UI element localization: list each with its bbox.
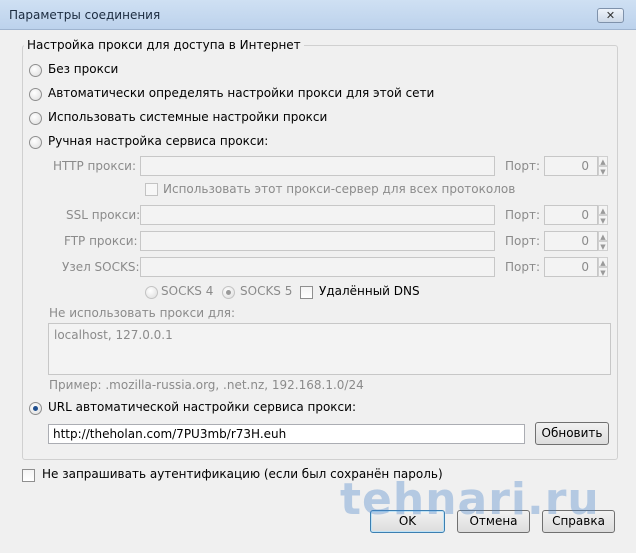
spin-up-icon[interactable]: ▲: [598, 205, 608, 215]
label-auto-detect: Автоматически определять настройки прокс…: [48, 86, 435, 100]
ssl-port-input[interactable]: 0: [544, 205, 598, 225]
socks-port-stepper[interactable]: ▲ ▼: [598, 257, 608, 277]
ftp-proxy-input[interactable]: [140, 231, 495, 251]
ssl-proxy-label: SSL прокси:: [66, 208, 141, 222]
no-proxy-textarea[interactable]: localhost, 127.0.0.1: [48, 323, 611, 375]
proxy-settings-group: [22, 45, 618, 460]
spin-down-icon[interactable]: ▼: [598, 215, 608, 225]
no-proxy-label: Не использовать прокси для:: [49, 306, 236, 320]
spin-down-icon[interactable]: ▼: [598, 241, 608, 251]
http-port-value: 0: [581, 159, 589, 173]
watermark-text: tehnari.ru: [340, 474, 600, 525]
label-socks5: SOCKS 5: [240, 284, 293, 298]
http-proxy-input[interactable]: [140, 156, 495, 176]
ssl-proxy-input[interactable]: [140, 205, 495, 225]
same-proxy-checkbox[interactable]: [145, 183, 158, 196]
http-port-input[interactable]: 0: [544, 156, 598, 176]
socks-host-input[interactable]: [140, 257, 495, 277]
spin-down-icon[interactable]: ▼: [598, 267, 608, 277]
label-system-proxy: Использовать системные настройки прокси: [48, 110, 328, 124]
ssl-port-label: Порт:: [505, 208, 541, 222]
radio-no-proxy[interactable]: [29, 64, 42, 77]
spin-up-icon[interactable]: ▲: [598, 156, 608, 166]
no-auth-prompt-checkbox[interactable]: [22, 469, 35, 482]
ssl-port-stepper[interactable]: ▲ ▼: [598, 205, 608, 225]
auto-config-url-input[interactable]: http://theholan.com/7PU3mb/r73H.euh: [48, 424, 525, 444]
http-proxy-label: HTTP прокси:: [53, 159, 137, 173]
spin-down-icon[interactable]: ▼: [598, 166, 608, 176]
ftp-port-label: Порт:: [505, 234, 541, 248]
radio-socks4[interactable]: [145, 286, 158, 299]
socks-port-label: Порт:: [505, 260, 541, 274]
proxy-group-legend: Настройка прокси для доступа в Интернет: [24, 38, 304, 52]
radio-auto-detect[interactable]: [29, 88, 42, 101]
reload-button[interactable]: Обновить: [535, 422, 609, 445]
socks-port-input[interactable]: 0: [544, 257, 598, 277]
ftp-port-stepper[interactable]: ▲ ▼: [598, 231, 608, 251]
http-port-label: Порт:: [505, 159, 541, 173]
label-no-proxy: Без прокси: [48, 62, 119, 76]
ftp-port-value: 0: [581, 234, 589, 248]
http-port-stepper[interactable]: ▲ ▼: [598, 156, 608, 176]
close-button[interactable]: ✕: [597, 8, 624, 23]
window-title: Параметры соединения: [9, 8, 161, 22]
spin-up-icon[interactable]: ▲: [598, 231, 608, 241]
close-icon: ✕: [605, 9, 616, 22]
label-manual-proxy: Ручная настройка сервиса прокси:: [48, 134, 269, 148]
socks-host-label: Узел SOCKS:: [62, 260, 140, 274]
title-bar: Параметры соединения ✕: [0, 0, 636, 30]
radio-socks5[interactable]: [222, 286, 235, 299]
spin-up-icon[interactable]: ▲: [598, 257, 608, 267]
auto-config-url-value: http://theholan.com/7PU3mb/r73H.euh: [53, 427, 287, 441]
socks-port-value: 0: [581, 260, 589, 274]
label-socks4: SOCKS 4: [161, 284, 214, 298]
radio-system-proxy[interactable]: [29, 112, 42, 125]
ftp-proxy-label: FTP прокси:: [64, 234, 138, 248]
radio-auto-config-url[interactable]: [29, 402, 42, 415]
remote-dns-checkbox[interactable]: [300, 286, 313, 299]
no-proxy-example: Пример: .mozilla-russia.org, .net.nz, 19…: [49, 378, 364, 392]
ssl-port-value: 0: [581, 208, 589, 222]
label-remote-dns: Удалённый DNS: [319, 284, 420, 298]
label-auto-config-url: URL автоматической настройки сервиса про…: [48, 400, 356, 414]
ftp-port-input[interactable]: 0: [544, 231, 598, 251]
no-proxy-value: localhost, 127.0.0.1: [54, 328, 173, 342]
radio-manual-proxy[interactable]: [29, 136, 42, 149]
same-proxy-label: Использовать этот прокси-сервер для всех…: [163, 182, 516, 196]
